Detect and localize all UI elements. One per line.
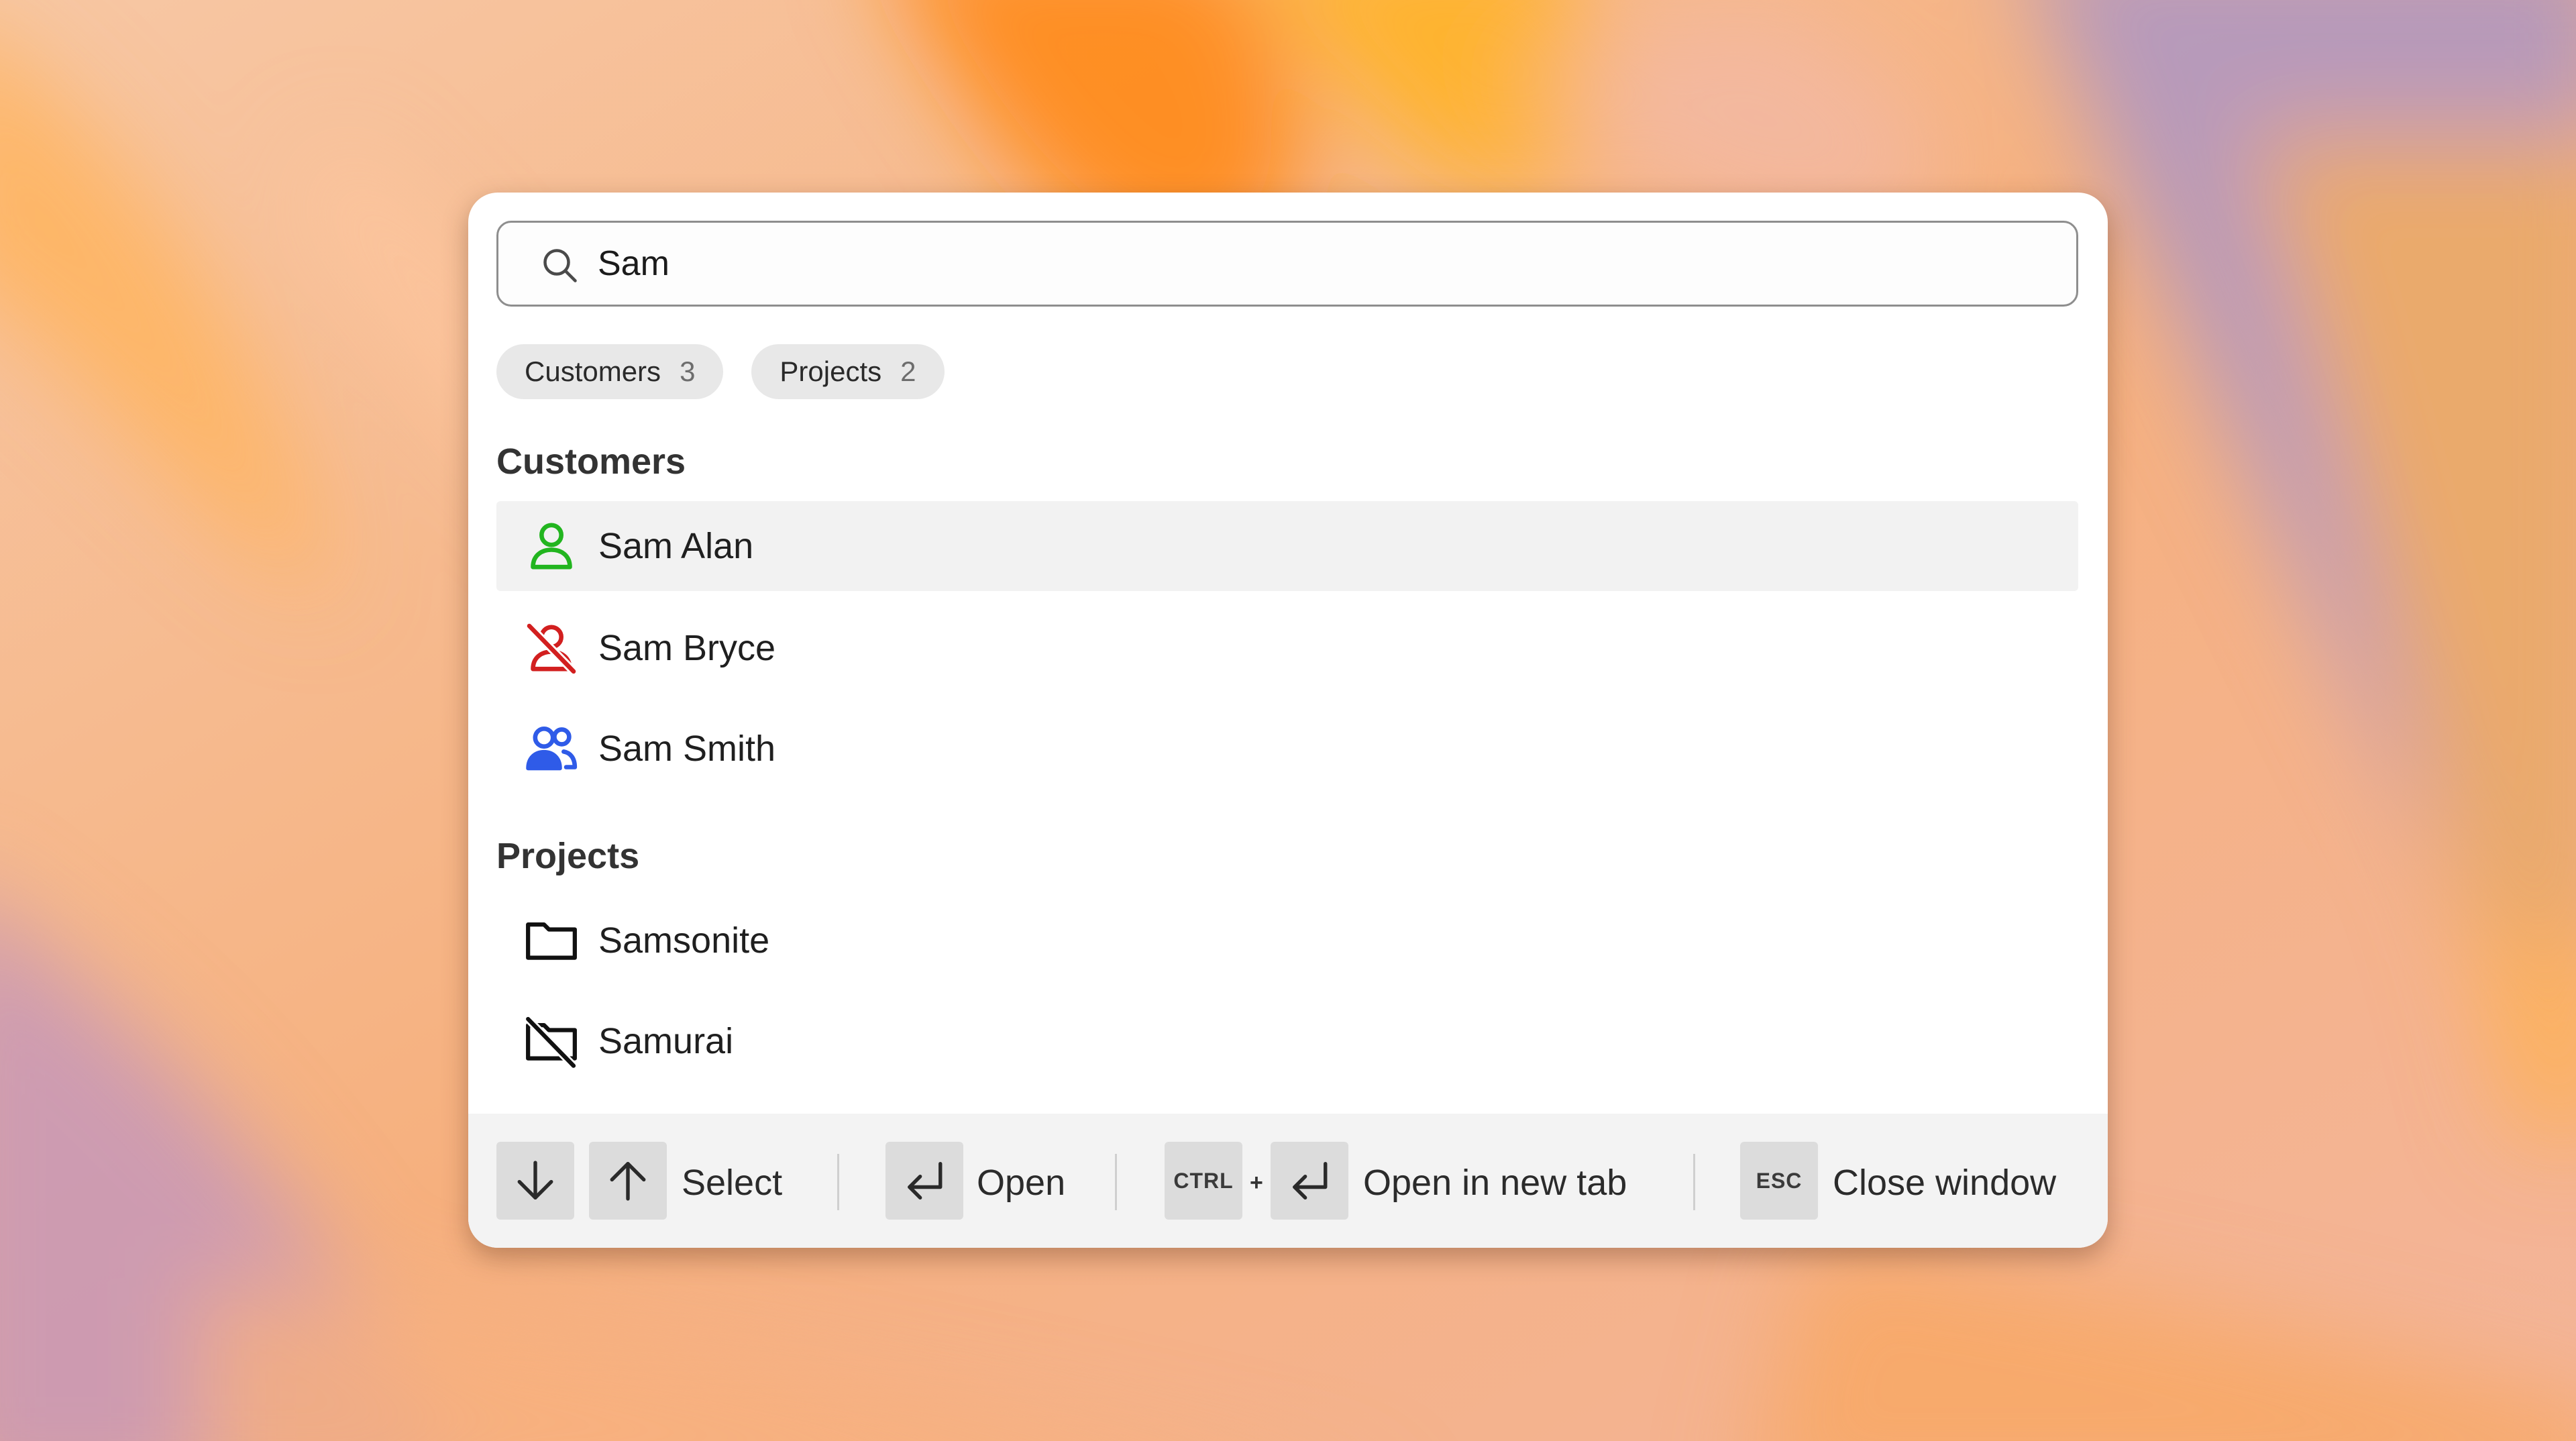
user-off-icon (526, 623, 577, 675)
filter-chips: Customers 3 Projects 2 (496, 344, 945, 399)
filter-chip-count: 3 (680, 356, 696, 387)
result-label: Samurai (598, 1021, 734, 1061)
result-label: Samsonite (598, 920, 770, 961)
ctrl-key-label: CTRL (1173, 1168, 1234, 1193)
key-combo-plus: + (1250, 1170, 1263, 1195)
hint-select: Select (682, 1163, 783, 1203)
footer-divider (1693, 1154, 1695, 1210)
hint-open-new-tab: Open in new tab (1363, 1163, 1627, 1203)
desktop-background: Customers 3 Projects 2 Customers Sam Ala… (0, 0, 2576, 1441)
enter-icon (908, 1161, 943, 1200)
hint-open: Open (977, 1163, 1066, 1203)
enter-icon (1293, 1161, 1328, 1200)
result-row-sam-bryce[interactable]: Sam Bryce (496, 603, 2078, 693)
command-palette: Customers 3 Projects 2 Customers Sam Ala… (468, 193, 2108, 1248)
arrow-up-key (589, 1142, 667, 1220)
filter-chip-count: 2 (900, 356, 916, 387)
result-row-samsonite[interactable]: Samsonite (496, 896, 2078, 985)
arrow-down-key (496, 1142, 574, 1220)
result-label: Sam Alan (598, 526, 754, 566)
filter-chip-label: Projects (780, 356, 882, 387)
result-label: Sam Smith (598, 729, 776, 769)
keyboard-hints-footer: Select Open CTRL + Open in new tab ESC C… (468, 1114, 2108, 1248)
filter-chip-customers[interactable]: Customers 3 (496, 344, 724, 399)
ctrl-key: CTRL (1165, 1142, 1242, 1220)
folder-off-icon (525, 1016, 577, 1069)
result-row-sam-smith[interactable]: Sam Smith (496, 704, 2078, 794)
filter-chip-projects[interactable]: Projects 2 (751, 344, 945, 399)
enter-key (1271, 1142, 1348, 1220)
arrow-down-icon (517, 1161, 553, 1200)
arrow-up-icon (610, 1161, 646, 1201)
search-input[interactable] (598, 237, 2040, 290)
result-label: Sam Bryce (598, 628, 776, 668)
user-icon (531, 523, 572, 570)
section-title-customers: Customers (496, 441, 686, 482)
footer-divider (1115, 1154, 1117, 1210)
result-row-samurai[interactable]: Samurai (496, 996, 2078, 1086)
esc-key-label: ESC (1756, 1168, 1803, 1193)
result-row-sam-alan[interactable]: Sam Alan (496, 501, 2078, 591)
users-icon (526, 727, 578, 771)
search-box[interactable] (496, 221, 2078, 307)
section-title-projects: Projects (496, 836, 640, 876)
hint-close-window: Close window (1833, 1163, 2057, 1203)
search-icon (543, 249, 577, 282)
footer-divider (837, 1154, 839, 1210)
folder-icon (526, 922, 577, 960)
enter-key (885, 1142, 963, 1220)
esc-key: ESC (1740, 1142, 1818, 1220)
filter-chip-label: Customers (525, 356, 661, 387)
